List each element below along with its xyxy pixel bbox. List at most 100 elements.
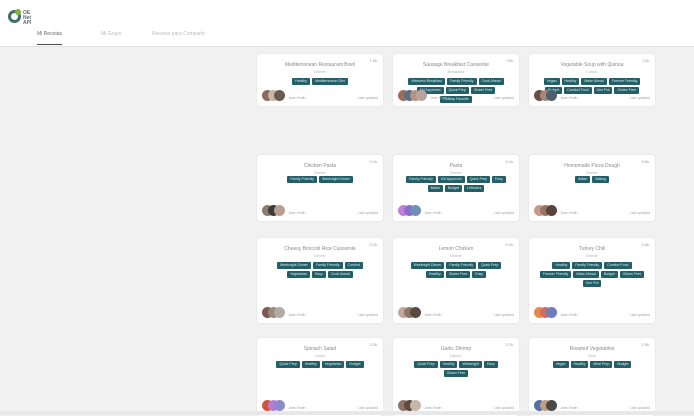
- card-title[interactable]: Garlic Shrimp: [401, 346, 511, 352]
- tag-chip[interactable]: Cook Ahead: [478, 78, 504, 85]
- recipe-card[interactable]: 8.1k Pasta Dinner Family Friendly Kid Approv…: [393, 155, 519, 221]
- recipe-card[interactable]: 3.7k Garlic Shrimp Dinner Quick Prep Healthy…: [393, 338, 519, 416]
- card-title[interactable]: Vegetable Soup with Quinoa: [537, 62, 647, 68]
- recipe-card[interactable]: 2.5k Roasted Vegetables Side Vegan Healthy Me…: [529, 338, 655, 416]
- tag-chip[interactable]: Easy: [311, 271, 326, 278]
- tag-chip[interactable]: Budget: [600, 271, 618, 278]
- tab-recetas-compartir[interactable]: Recetas para Compartir: [152, 31, 205, 37]
- tag-chip[interactable]: Budget: [444, 185, 463, 192]
- app-logo[interactable]: OE Net API: [8, 8, 40, 30]
- recipe-card[interactable]: 3.3k Spinach Salad Lunch Quick Prep Healthy V…: [257, 338, 383, 416]
- tag-chip[interactable]: Italian: [574, 176, 591, 183]
- tag-chip[interactable]: Weeknight Dinner: [318, 176, 353, 183]
- avatar[interactable]: [416, 90, 427, 101]
- tag-chip[interactable]: Weekend Breakfast: [408, 78, 445, 85]
- tag-chip[interactable]: Weeknight Dinner: [410, 262, 445, 269]
- tag-chip[interactable]: Easy: [472, 271, 487, 278]
- tag-chip[interactable]: Mediterranean Diet: [312, 78, 348, 85]
- card-title[interactable]: Cheesy Broccoli Rice Casserole: [265, 246, 375, 252]
- avatar[interactable]: [274, 307, 285, 318]
- tag-chip[interactable]: Leftovers: [464, 185, 485, 192]
- tag-chip[interactable]: Italian: [427, 185, 443, 192]
- tag-chip[interactable]: Comfort: [344, 262, 363, 269]
- tag-chip[interactable]: Family Friendly: [406, 176, 436, 183]
- tag-chip[interactable]: One Pot: [582, 280, 602, 287]
- tag-chip[interactable]: Meal Prep: [590, 361, 613, 368]
- tag-chip[interactable]: Budget: [346, 361, 364, 368]
- avatar[interactable]: [410, 400, 421, 411]
- card-title[interactable]: Homemade Pizza Dough: [537, 163, 647, 169]
- tag-chip[interactable]: Gluten Free: [443, 370, 469, 377]
- tab-bar: Mi Recetas Mi Grupo Recetas para Compart…: [0, 28, 694, 46]
- tag-chip[interactable]: Gluten Free: [619, 271, 645, 278]
- tag-chip[interactable]: Make Ahead: [573, 271, 599, 278]
- card-title[interactable]: Chicken Pasta: [265, 163, 375, 169]
- tag-chip[interactable]: Healthy: [561, 78, 580, 85]
- tag-chip[interactable]: Family Friendly: [287, 176, 317, 183]
- tag-chip[interactable]: Quick Prep: [414, 361, 438, 368]
- avatar[interactable]: [274, 400, 285, 411]
- tag-chip[interactable]: Quick Prep: [276, 361, 300, 368]
- tag-chip[interactable]: Gluten Free: [445, 271, 471, 278]
- avatar[interactable]: [546, 400, 557, 411]
- tag-chip[interactable]: Weeknight Dinner: [277, 262, 311, 269]
- tag-chip[interactable]: Family Friendly: [446, 78, 477, 85]
- horizontal-scrollbar[interactable]: [0, 411, 694, 415]
- card-title[interactable]: Spinach Salad: [265, 346, 375, 352]
- tag-chip[interactable]: Easy: [492, 176, 506, 183]
- tag-chip[interactable]: Quick Prep: [478, 262, 502, 269]
- card-footer: Jane Smith Last updated: [262, 307, 378, 319]
- recipe-card[interactable]: 9.1k Chicken Pasta Dinner Family Friendly We…: [257, 155, 383, 221]
- tag-chip[interactable]: Healthy: [301, 361, 320, 368]
- tag-chip[interactable]: Quick Prep: [466, 176, 491, 183]
- card-updated: Last updated: [493, 211, 514, 215]
- avatar[interactable]: [274, 205, 285, 216]
- recipe-card[interactable]: 3.2k Cheesy Broccoli Rice Casserole Dinner…: [257, 238, 383, 323]
- avatar[interactable]: [546, 90, 557, 101]
- avatar[interactable]: [274, 90, 285, 101]
- tag-chip[interactable]: Vegan: [552, 361, 569, 368]
- card-title[interactable]: Lemon Chicken: [401, 246, 511, 252]
- tag-chip[interactable]: Vegetarian: [321, 361, 345, 368]
- avatar[interactable]: [546, 307, 557, 318]
- tag-chip[interactable]: Vegetarian: [287, 271, 310, 278]
- tag-chip[interactable]: Comfort Food: [604, 262, 632, 269]
- avatar[interactable]: [546, 205, 557, 216]
- tag-chip[interactable]: Kid Approved: [437, 176, 465, 183]
- tab-mi-recetas[interactable]: Mi Recetas: [37, 31, 63, 45]
- card-title[interactable]: Pasta: [401, 163, 511, 169]
- card-subtitle: Lunch: [586, 69, 598, 74]
- recipe-card[interactable]: 5.0k Lemon Chicken Dinner Weeknight Dinner F…: [393, 238, 519, 323]
- card-title[interactable]: Sausage Breakfast Casserole: [401, 62, 511, 68]
- tag-chip[interactable]: Healthy: [570, 361, 589, 368]
- recipe-card[interactable]: 12k Vegetable Soup with Quinoa Lunch Vegan H…: [529, 54, 655, 106]
- tag-chip[interactable]: Budget: [614, 361, 632, 368]
- recipe-card[interactable]: 9.6k Homemade Pizza Dough Dinner Italian Bak…: [529, 155, 655, 221]
- card-title[interactable]: Turkey Chili: [537, 246, 647, 252]
- tag-chip[interactable]: Family Friendly: [312, 262, 343, 269]
- recipe-card[interactable]: 20k Sausage Breakfast Casserole Breakfast W…: [393, 54, 519, 106]
- tab-mi-grupo[interactable]: Mi Grupo: [101, 31, 122, 37]
- tag-chip[interactable]: Make Ahead: [581, 78, 607, 85]
- tag-chip[interactable]: Healthy: [292, 78, 311, 85]
- tag-chip[interactable]: Family Friendly: [572, 262, 603, 269]
- card-title[interactable]: Mediterranean Restaurant Bowl: [265, 62, 375, 68]
- tag-chip[interactable]: Healthy: [552, 262, 571, 269]
- avatar[interactable]: [410, 205, 421, 216]
- card-author: Jane Smith: [424, 406, 442, 410]
- tag-chip[interactable]: Family Friendly: [446, 262, 477, 269]
- recipe-card[interactable]: 4.8k Turkey Chili Dinner Healthy Family Frie…: [529, 238, 655, 323]
- tag-chip[interactable]: Vegan: [543, 78, 560, 85]
- avatar[interactable]: [410, 307, 421, 318]
- card-subtitle: Lunch: [314, 353, 326, 358]
- recipe-card[interactable]: 1.5k Mediterranean Restaurant Bowl Dinner H…: [257, 54, 383, 106]
- tag-chip[interactable]: Freezer Friendly: [539, 271, 572, 278]
- tag-chip[interactable]: Baking: [592, 176, 610, 183]
- tag-chip[interactable]: Healthy: [425, 271, 444, 278]
- tag-chip[interactable]: Easy: [483, 361, 498, 368]
- tag-chip[interactable]: Weeknight: [459, 361, 482, 368]
- tag-chip[interactable]: Cook Ahead: [327, 271, 353, 278]
- card-title[interactable]: Roasted Vegetables: [537, 346, 647, 352]
- tag-chip[interactable]: Healthy: [439, 361, 458, 368]
- tag-chip[interactable]: Freezer Friendly: [608, 78, 641, 85]
